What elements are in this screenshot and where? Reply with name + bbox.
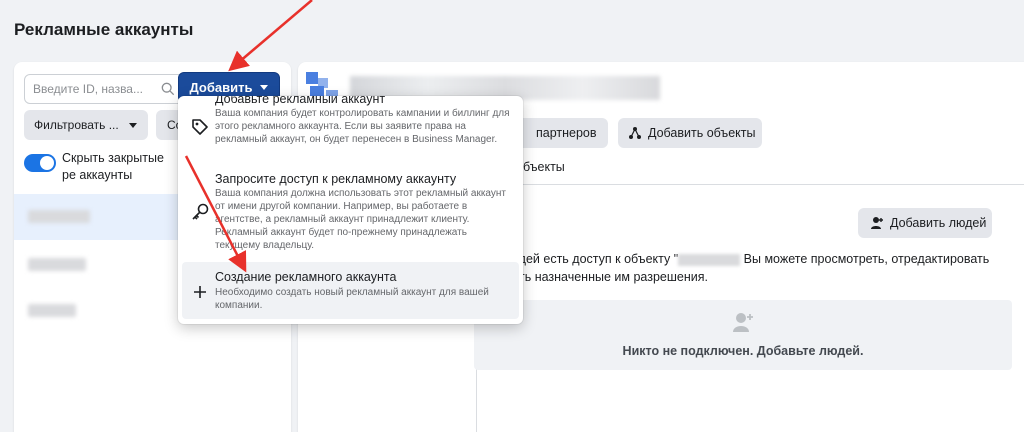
add-dropdown-menu: Добавьте рекламный аккаунт Ваша компания…: [178, 96, 523, 324]
tag-icon: [192, 119, 208, 135]
menu-item-create-ad-account[interactable]: Создание рекламного аккаунта Необходимо …: [182, 262, 519, 319]
menu-item-description: Ваша компания будет контролировать кампа…: [215, 108, 510, 145]
add-button-label: Добавить: [189, 80, 253, 95]
menu-item-title: Создание рекламного аккаунта: [215, 270, 397, 284]
page-title: Рекламные аккаунты: [14, 20, 194, 39]
menu-item-add-ad-account[interactable]: Добавьте рекламный аккаунт Ваша компания…: [182, 96, 519, 160]
person-add-icon: [871, 217, 883, 229]
arrow-to-add-button: [228, 0, 313, 72]
empty-state-text: Никто не подключен. Добавьте людей.: [622, 344, 864, 358]
search-input[interactable]: [33, 75, 151, 103]
partners-button-label: партнеров: [536, 126, 597, 140]
caret-down-icon: [128, 122, 137, 128]
add-objects-label: Добавить объекты: [648, 126, 756, 140]
add-people-button[interactable]: Добавить людей: [858, 208, 992, 238]
empty-state: Никто не подключен. Добавьте людей.: [474, 300, 1012, 370]
menu-item-title: Запросите доступ к рекламному аккаунту: [215, 172, 457, 186]
add-objects-button[interactable]: Добавить объекты: [618, 118, 762, 148]
redacted-object-name: [678, 253, 741, 266]
search-box[interactable]: [24, 74, 184, 104]
caret-down-icon: [260, 85, 269, 90]
filter-button[interactable]: Фильтровать ...: [24, 110, 148, 140]
key-icon: [192, 203, 209, 220]
menu-item-description: Ваша компания должна использовать этот р…: [215, 188, 506, 251]
access-description: одей есть доступ к объекту " Вы можете п…: [512, 250, 1012, 286]
access-text-part: одей есть доступ к объекту ": [512, 252, 679, 266]
add-people-label: Добавить людей: [890, 216, 987, 230]
menu-item-request-access[interactable]: Запросите доступ к рекламному аккаунту В…: [182, 166, 519, 258]
access-text-part: ить назначенные им разрешения.: [512, 270, 708, 284]
share-nodes-icon: [629, 127, 641, 139]
tab-objects[interactable]: объекты: [516, 160, 565, 174]
search-icon: [161, 82, 175, 96]
menu-item-title: Добавьте рекламный аккаунт: [215, 96, 386, 106]
person-add-icon: [733, 313, 753, 332]
hide-closed-label: Скрыть закрытые ре аккаунты: [62, 151, 164, 182]
access-text-part: Вы можете просмотреть, отредактировать: [743, 252, 990, 266]
assign-partners-button[interactable]: партнеров: [508, 118, 608, 148]
plus-icon: [194, 286, 206, 298]
filter-button-label: Фильтровать ...: [34, 118, 119, 132]
menu-item-description: Необходимо создать новый рекламный аккау…: [215, 287, 489, 311]
hide-closed-toggle[interactable]: [24, 154, 56, 172]
